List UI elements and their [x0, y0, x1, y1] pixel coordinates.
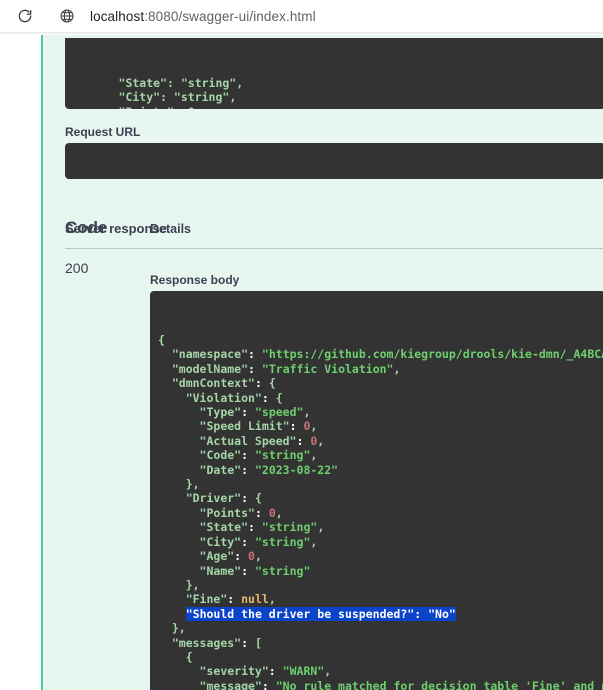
response-body-label: Response body	[150, 273, 240, 287]
url-host: localhost	[90, 8, 145, 24]
request-body-line-2: "City": "string",	[77, 90, 237, 105]
json-value-fine: null	[241, 592, 269, 607]
request-body-line-3: "Points": 0	[77, 105, 195, 109]
site-info-button[interactable]	[59, 8, 75, 24]
request-url-code-block[interactable]: http://localhost:8080/Traffic Violation/…	[65, 143, 603, 179]
json-value-modelname: Traffic Violation	[268, 361, 387, 376]
selected-json-line[interactable]: "Should the driver be suspended?": "No"	[185, 606, 456, 621]
json-value-driver-city: string	[261, 534, 304, 549]
response-body-code: { "namespace": "https://github.com/kiegr…	[150, 327, 603, 690]
globe-icon	[60, 9, 74, 23]
response-body-code-block[interactable]: { "namespace": "https://github.com/kiegr…	[150, 291, 603, 690]
json-value-driver-age: 0	[248, 549, 255, 564]
json-value-namespace: https://github.com/kiegroup/drools/kie-d…	[268, 347, 603, 362]
response-status-code: 200	[65, 260, 89, 276]
json-value-driver-state: string	[268, 520, 311, 535]
column-header-code: Code	[65, 218, 108, 237]
json-key-suspended: Should the driver be suspended?	[192, 606, 408, 621]
request-body-code-block[interactable]: "State": "string", "City": "string", "Po…	[65, 38, 603, 109]
table-divider	[65, 248, 603, 249]
json-value-violation-type: speed	[261, 405, 297, 420]
column-header-details: Details	[150, 222, 191, 236]
json-value-violation-code: string	[261, 448, 304, 463]
page-content: "State": "string", "City": "string", "Po…	[0, 35, 603, 690]
reload-button[interactable]	[17, 8, 33, 24]
url-path: :8080/swagger-ui/index.html	[144, 8, 316, 24]
json-value-driver-name: string	[261, 563, 304, 578]
json-value-violation-date: 2023-08-22	[261, 462, 332, 477]
request-body-line-1: "State": "string",	[77, 76, 244, 90]
request-body-code: "State": "string", "City": "string", "Po…	[65, 74, 603, 109]
reload-icon	[18, 9, 32, 23]
swagger-try-it-out-panel: "State": "string", "City": "string", "Po…	[41, 35, 603, 690]
json-value-driver-points: 0	[268, 505, 276, 520]
json-value-severity: WARN	[289, 664, 318, 679]
json-value-message: No rule matched for decision table 'Fine…	[282, 678, 603, 690]
request-url-label: Request URL	[65, 125, 141, 139]
browser-toolbar: localhost:8080/swagger-ui/index.html	[0, 0, 603, 32]
json-value-suspended: No	[435, 606, 449, 621]
address-bar[interactable]: localhost:8080/swagger-ui/index.html	[90, 9, 316, 24]
